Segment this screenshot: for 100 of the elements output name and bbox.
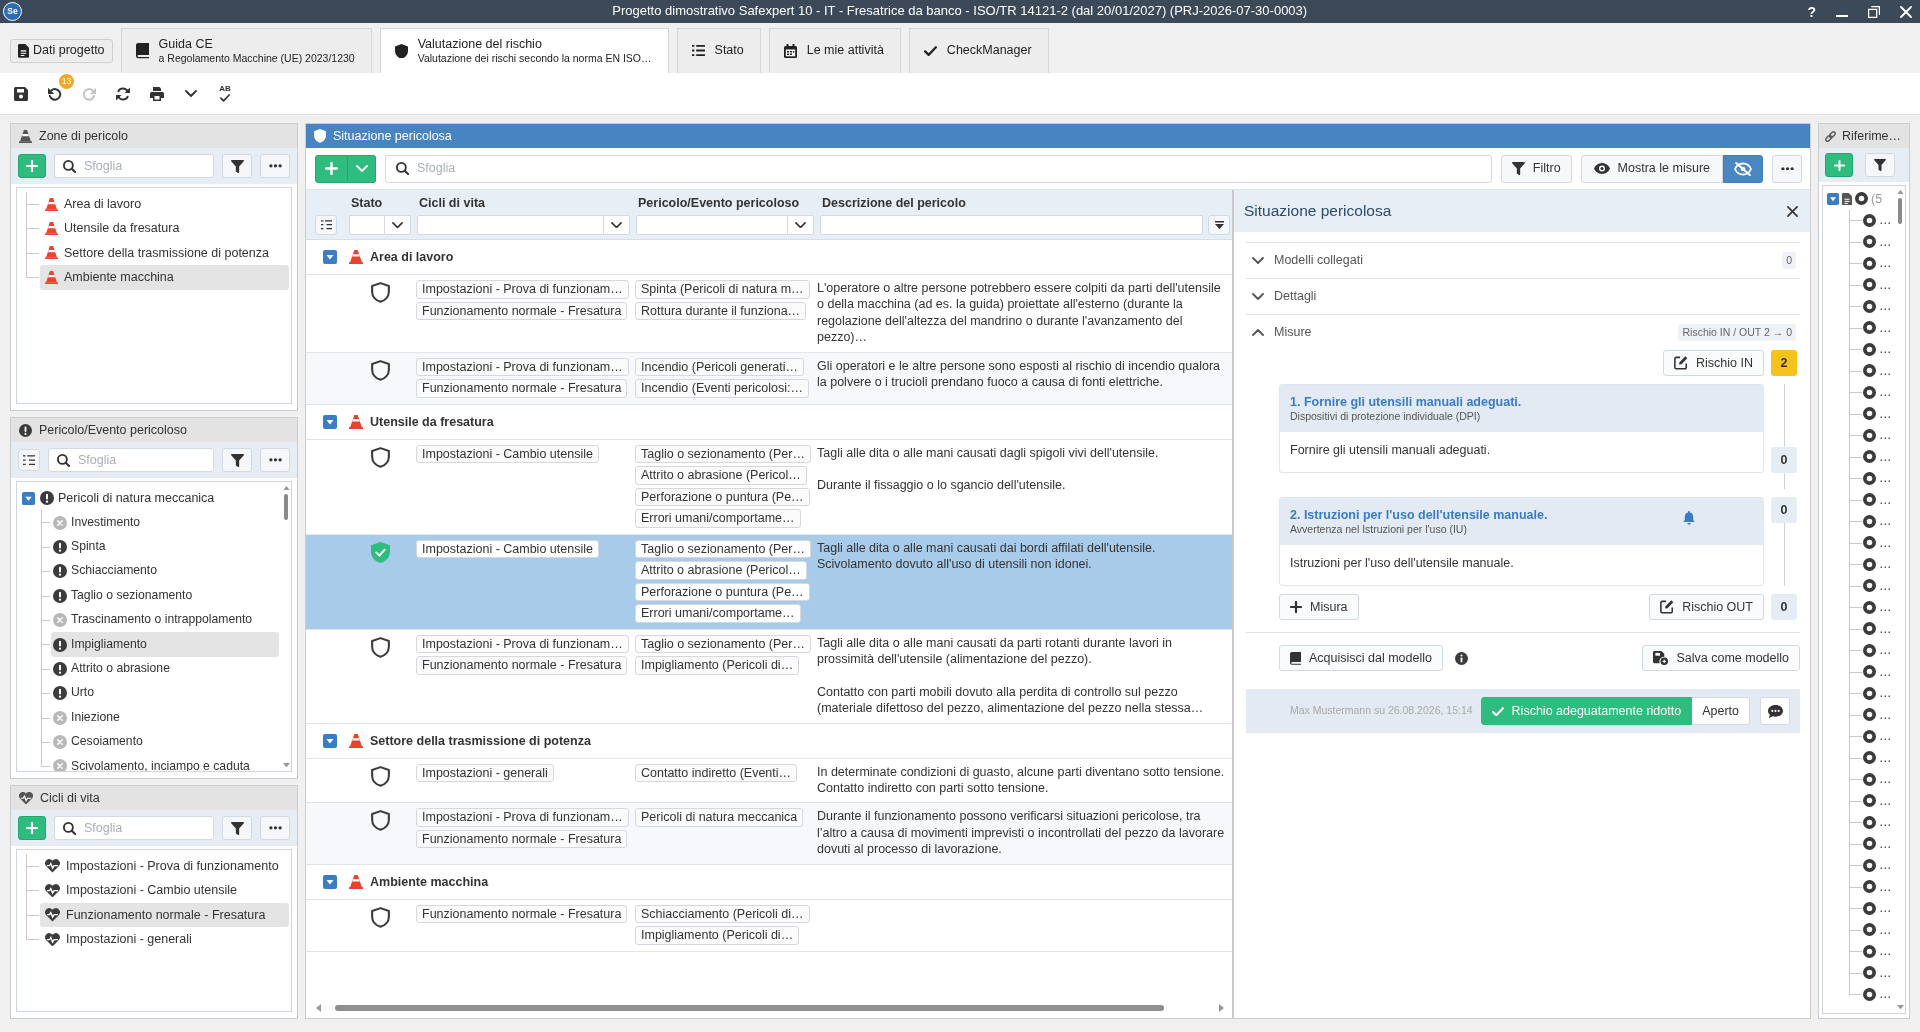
tree-item[interactable]: … bbox=[1863, 553, 1895, 575]
scroll-up-icon[interactable] bbox=[1896, 190, 1904, 195]
search-field[interactable]: Sfoglia bbox=[385, 154, 1492, 183]
column-header[interactable]: Descrizione del pericolo bbox=[817, 190, 1206, 214]
add-button[interactable] bbox=[1825, 153, 1853, 177]
filter-menu-button[interactable] bbox=[1208, 215, 1230, 235]
section-header[interactable]: Misure Rischio IN / OUT 2 → 0 bbox=[1246, 314, 1800, 350]
table-row[interactable] bbox=[306, 803, 1232, 865]
scroll-up-icon[interactable] bbox=[282, 486, 290, 491]
risk-out-button[interactable]: Rischio OUT bbox=[1649, 594, 1764, 621]
expand-toggle-icon[interactable] bbox=[22, 491, 35, 505]
tree-item[interactable]: … bbox=[1863, 596, 1895, 618]
tree-item[interactable]: … bbox=[1863, 639, 1895, 661]
scrollbar-thumb[interactable] bbox=[335, 1005, 1165, 1011]
tree-item[interactable]: … bbox=[1863, 768, 1895, 790]
tree-item[interactable]: … bbox=[1863, 209, 1895, 231]
show-measures-button[interactable]: Mostra le misure bbox=[1580, 154, 1723, 183]
tree-item[interactable]: Settore della trasmissione di potenza bbox=[40, 240, 289, 266]
filter-button[interactable] bbox=[1865, 153, 1895, 177]
expand-toggle-icon[interactable] bbox=[1827, 192, 1839, 205]
add-measure-button[interactable]: Misura bbox=[1279, 594, 1359, 621]
tree-item[interactable]: Ambiente macchina bbox=[40, 265, 289, 290]
tree-item[interactable]: … bbox=[1863, 854, 1895, 876]
table-row[interactable] bbox=[306, 352, 1232, 405]
spellcheck-button[interactable]: AB bbox=[212, 80, 238, 107]
tree-view-button[interactable] bbox=[18, 449, 40, 471]
tree-item[interactable]: Impostazioni - Prova di funzionamento bbox=[40, 854, 289, 879]
filter-button[interactable]: Filtro bbox=[1500, 154, 1572, 183]
tree-item[interactable]: Schiacciamento bbox=[51, 559, 279, 584]
scrollbar-thumb[interactable] bbox=[284, 494, 288, 521]
tree-item[interactable]: Iniezione bbox=[51, 705, 279, 730]
tree-item[interactable]: Funzionamento normale - Fresatura bbox=[40, 902, 289, 928]
tree-item[interactable]: Cesoiamento bbox=[51, 729, 279, 755]
tree-item[interactable]: … bbox=[1863, 682, 1895, 704]
tree-item[interactable]: Urto bbox=[51, 681, 279, 706]
table-row[interactable]: Funzionamento normale - Fresatura Schiacciamento (Pericoli di… Impigliamento (Pericoli di… bbox=[306, 899, 1232, 952]
tab[interactable]: Valutazione del rischio Valutazione dei rischi secondo la norma EN ISO… bbox=[379, 28, 669, 73]
column-header[interactable]: Stato bbox=[346, 190, 414, 214]
add-button[interactable] bbox=[315, 154, 348, 183]
tree-item[interactable]: Trascinamento o intrappolamento bbox=[51, 607, 279, 633]
tree-item[interactable]: … bbox=[1863, 983, 1895, 1005]
close-icon[interactable] bbox=[1787, 205, 1798, 217]
tree-item[interactable]: Pericoli di natura meccanica bbox=[38, 486, 279, 511]
filter-button[interactable] bbox=[222, 816, 252, 840]
scroll-down-icon[interactable] bbox=[282, 762, 290, 767]
help-button[interactable]: ? bbox=[1807, 4, 1816, 19]
filter-button[interactable] bbox=[222, 154, 252, 178]
tree-item[interactable]: … bbox=[1863, 252, 1895, 274]
tab[interactable]: Stato bbox=[676, 28, 761, 73]
tree-item[interactable]: … bbox=[1863, 940, 1895, 962]
search-field[interactable]: Sfoglia bbox=[54, 816, 214, 840]
more-button[interactable] bbox=[260, 448, 290, 472]
scrollbar-thumb[interactable] bbox=[1898, 198, 1902, 225]
tree-item[interactable]: … bbox=[1863, 510, 1895, 532]
add-button[interactable] bbox=[18, 816, 46, 840]
filter-field[interactable] bbox=[820, 215, 1203, 235]
tree-item[interactable]: … bbox=[1863, 897, 1895, 919]
expand-toggle-icon[interactable] bbox=[323, 874, 337, 889]
tree-item[interactable]: Taglio o sezionamento bbox=[51, 583, 279, 608]
add-button[interactable] bbox=[18, 154, 46, 178]
filter-button[interactable] bbox=[222, 448, 252, 472]
tree-item[interactable]: Area di lavoro bbox=[40, 192, 289, 217]
tree-item[interactable]: … bbox=[1863, 833, 1895, 855]
tree-item[interactable]: … bbox=[1863, 618, 1895, 640]
more-button[interactable] bbox=[260, 816, 290, 840]
tree-item[interactable]: … bbox=[1863, 295, 1895, 317]
tree-item[interactable]: Spinta bbox=[51, 534, 279, 560]
filter-field[interactable] bbox=[349, 215, 411, 235]
more-button[interactable] bbox=[1772, 154, 1802, 183]
scroll-down-icon[interactable] bbox=[1896, 1004, 1904, 1009]
tree-item[interactable]: … bbox=[1863, 317, 1895, 339]
tree-item[interactable]: … bbox=[1863, 725, 1895, 747]
tree-item[interactable]: Attrito o abrasione bbox=[51, 656, 279, 682]
filter-field[interactable] bbox=[417, 215, 630, 235]
scroll-left-icon[interactable] bbox=[316, 1004, 321, 1012]
tree-item[interactable]: … bbox=[1863, 274, 1895, 296]
tree-item[interactable]: … bbox=[1863, 231, 1895, 253]
search-input[interactable]: Sfoglia bbox=[417, 160, 1481, 177]
tree-item[interactable]: Impostazioni - Cambio utensile bbox=[40, 878, 289, 903]
tree-item[interactable]: … bbox=[1863, 747, 1895, 769]
restore-icon[interactable] bbox=[1868, 5, 1880, 18]
tree-item[interactable]: … bbox=[1863, 446, 1895, 468]
status-option[interactable]: Aperto bbox=[1692, 697, 1750, 726]
tree-item[interactable]: Impigliamento bbox=[51, 632, 279, 657]
tree-item[interactable]: … bbox=[1863, 489, 1895, 511]
tab[interactable]: Guida CE a Regolamento Macchine (UE) 2023/1230 bbox=[120, 28, 372, 73]
tab[interactable]: Le mie attività bbox=[768, 28, 901, 73]
tree-item[interactable]: … bbox=[1863, 360, 1895, 382]
expand-toggle-icon[interactable] bbox=[323, 733, 337, 748]
tree-item[interactable]: … bbox=[1863, 575, 1895, 597]
section-header[interactable]: Dettagli bbox=[1246, 278, 1800, 314]
column-header[interactable]: Pericolo/Evento pericoloso bbox=[633, 190, 817, 214]
column-header[interactable]: Cicli di vita bbox=[414, 190, 633, 214]
tree-item[interactable]: … bbox=[1863, 811, 1895, 833]
tree-item[interactable]: Utensile da fresatura bbox=[40, 216, 289, 241]
filter-field[interactable] bbox=[636, 215, 814, 235]
expand-toggle-icon[interactable] bbox=[323, 250, 337, 264]
tree-item[interactable]: … bbox=[1863, 403, 1895, 425]
tree-item[interactable]: … bbox=[1863, 962, 1895, 984]
risk-in-button[interactable]: Rischio IN bbox=[1663, 350, 1764, 376]
